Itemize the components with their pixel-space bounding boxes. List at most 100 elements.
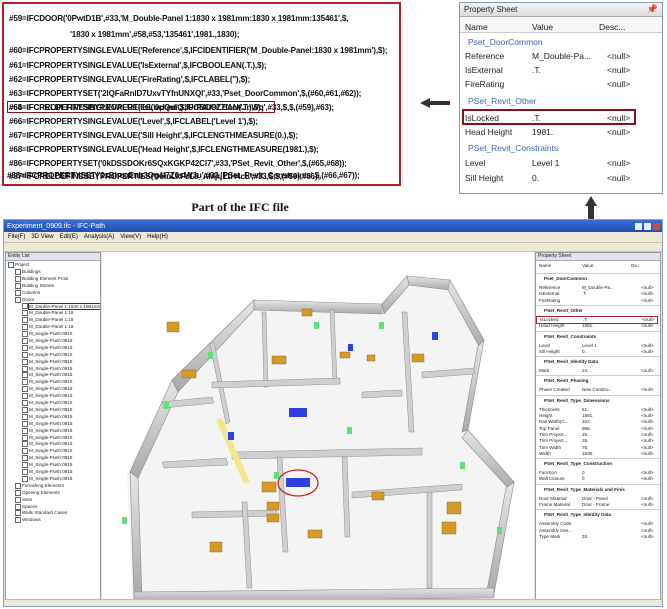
entity-door-item[interactable]: M_Single-Flush:0915 <box>22 351 72 358</box>
entity-door-item[interactable]: M_Single-Flush:0915 <box>22 434 72 441</box>
checkbox-icon[interactable] <box>22 400 28 406</box>
entity-category[interactable]: Walls Standard Cases <box>15 510 67 517</box>
property-group[interactable]: Pset_DoorCommon <box>544 276 587 281</box>
group-pset-revit-constraints[interactable]: PSet_Revit_Constraints <box>468 143 558 153</box>
checkbox-icon[interactable] <box>22 462 28 469</box>
checkbox-icon[interactable] <box>22 372 28 379</box>
entity-door-item[interactable]: M_Double-Panel 1:18 <box>22 324 73 331</box>
property-group[interactable]: PSet_Revit_Phasing <box>544 378 588 383</box>
checkbox-icon[interactable] <box>15 289 21 296</box>
checkbox-icon[interactable] <box>22 413 28 420</box>
checkbox-icon[interactable] <box>22 434 28 441</box>
entity-door-item[interactable]: M_Single-Flush:0915 <box>22 420 72 427</box>
entity-door-item[interactable]: M_Single-Flush:0915 <box>22 475 72 482</box>
entity-category[interactable]: Windows <box>15 517 41 524</box>
property-row-frame-material[interactable]: Frame Material Door - Frame <null> <box>536 502 660 508</box>
entity-door-item[interactable]: M_Single-Flush:0915 <box>22 337 72 344</box>
property-row-sill-height[interactable]: Sill Height 0. <null> <box>460 171 662 185</box>
entity-door-item[interactable]: M_Single-Flush:0915 <box>22 358 72 365</box>
property-row-height[interactable]: Height 1981. <null> <box>536 413 660 419</box>
checkbox-icon[interactable] <box>22 475 28 482</box>
menu-analysis[interactable]: Analysis(A) <box>84 234 114 240</box>
column-value[interactable]: Value <box>532 22 553 32</box>
entity-door-item[interactable]: M_Double-Panel 1:18 <box>22 310 73 317</box>
column-name[interactable]: Name <box>465 22 488 32</box>
checkbox-icon[interactable] <box>22 441 28 448</box>
close-button[interactable] <box>653 222 660 230</box>
checkbox-icon[interactable] <box>22 427 28 434</box>
property-row-type-mark[interactable]: Type Mark 33 <null> <box>536 534 660 540</box>
checkbox-icon[interactable] <box>15 268 21 275</box>
property-group[interactable]: PSet_Revit_Identity Data <box>544 359 598 364</box>
property-row-reference[interactable]: Reference M_Double-Pa... <null> <box>536 285 660 291</box>
property-row-top-panel[interactable]: Top Panel 965. <null> <box>536 426 660 432</box>
checkbox-icon[interactable] <box>15 282 21 289</box>
property-row-assembly-des[interactable]: Assembly Des... <null> <box>536 528 660 534</box>
menu-edit[interactable]: Edit(E) <box>60 234 78 240</box>
maximize-button[interactable] <box>644 222 651 230</box>
entity-door-item[interactable]: M_Single-Flush:0915 <box>22 469 72 475</box>
checkbox-icon[interactable] <box>8 262 14 268</box>
checkbox-icon[interactable] <box>15 482 21 489</box>
checkbox-icon[interactable] <box>22 337 28 344</box>
property-row-wall-closure[interactable]: Wall Closure 0 <null> <box>536 476 660 482</box>
entity-door-item[interactable]: M_Single-Flush:0915 <box>22 455 72 462</box>
property-row-is-external[interactable]: IsExternal .T. <null> <box>536 291 660 297</box>
checkbox-icon[interactable] <box>22 310 28 317</box>
checkbox-icon[interactable] <box>15 496 21 503</box>
checkbox-icon[interactable] <box>22 469 28 475</box>
checkbox-icon[interactable] <box>22 379 28 386</box>
checkbox-icon[interactable] <box>22 406 28 413</box>
entity-door-item[interactable]: M_Double-Panel 1:1830 x 1981mm:1830 x 19… <box>22 302 100 310</box>
menu-view[interactable]: View(V) <box>120 234 141 240</box>
entity-category[interactable]: Building Stories <box>15 282 54 289</box>
entity-category[interactable]: Spaces <box>15 503 37 510</box>
entity-door-item[interactable]: M_Single-Flush:0915 <box>22 462 72 469</box>
property-row-head-height[interactable]: Head Height 1981. <null> <box>536 323 660 329</box>
entity-door-item[interactable]: M_Single-Flush:0915 <box>22 393 72 400</box>
menu-3d-view[interactable]: 3D View <box>31 234 53 240</box>
checkbox-icon[interactable] <box>15 275 21 282</box>
entity-door-item[interactable]: M_Single-Flush:0915 <box>22 413 72 420</box>
entity-category[interactable]: Furnishing Elements <box>15 482 64 489</box>
property-group[interactable]: PSet_Revit_Type_Materials and Finis <box>544 487 625 492</box>
group-pset-door-common[interactable]: Pset_DoorCommon <box>468 37 543 47</box>
entity-category[interactable]: Columns <box>15 289 40 296</box>
entity-door-item[interactable]: M_Single-Flush:0915 <box>22 379 72 386</box>
entity-door-item[interactable]: M_Single-Flush:0915 <box>22 365 72 372</box>
checkbox-icon[interactable] <box>22 393 28 400</box>
property-row-width[interactable]: Width 1830. <null> <box>536 451 660 457</box>
entity-door-item[interactable]: M_Single-Flush:0915 <box>22 400 72 406</box>
property-group[interactable]: PSet_Revit_Constraints <box>544 334 596 339</box>
property-row-trim-project-1[interactable]: Trim Project... 25. <null> <box>536 432 660 438</box>
entity-door-item[interactable]: M_Double-Panel 1:18 <box>22 317 73 324</box>
checkbox-icon[interactable] <box>15 517 21 524</box>
checkbox-icon[interactable] <box>22 365 28 372</box>
checkbox-icon[interactable] <box>22 455 28 462</box>
checkbox-icon[interactable] <box>15 296 21 303</box>
entity-category[interactable]: Sites <box>15 496 32 503</box>
entity-category[interactable]: Opening Elements <box>15 489 60 496</box>
entity-door-item[interactable]: M_Single-Flush:0915 <box>22 386 72 393</box>
checkbox-icon[interactable] <box>15 510 21 517</box>
minimize-button[interactable] <box>635 222 642 230</box>
entity-door-item[interactable]: M_Single-Flush:0915 <box>22 344 72 351</box>
property-row-door-material[interactable]: Door Material Door - Panel <null> <box>536 496 660 502</box>
column-header[interactable]: Name <box>539 263 551 268</box>
checkbox-icon[interactable] <box>22 386 28 393</box>
property-row-is-external[interactable]: IsExternal .T. <null> <box>460 63 662 77</box>
property-row-trim-width[interactable]: Trim Width 76. <null> <box>536 445 660 451</box>
checkbox-icon[interactable] <box>22 324 28 331</box>
column-header[interactable]: De... <box>631 263 641 268</box>
property-row-fire-rating[interactable]: FireRating <null> <box>536 298 660 304</box>
property-row-is-locked[interactable]: IsLocked .T. <null> <box>462 109 636 125</box>
entity-door-item[interactable]: M_Single-Flush:0915 <box>22 331 72 337</box>
property-row-trim-project-2[interactable]: Trim Project... 25. <null> <box>536 438 660 444</box>
property-group[interactable]: PSet_Revit_Type_Dimensions <box>544 398 610 403</box>
entity-project[interactable]: Project <box>8 262 29 268</box>
checkbox-icon[interactable] <box>15 503 21 510</box>
property-row-sill-height[interactable]: Sill Height 0. <null> <box>536 349 660 355</box>
entity-category[interactable]: Doors <box>15 296 34 303</box>
checkbox-icon[interactable] <box>22 331 28 337</box>
checkbox-icon[interactable] <box>15 489 21 496</box>
